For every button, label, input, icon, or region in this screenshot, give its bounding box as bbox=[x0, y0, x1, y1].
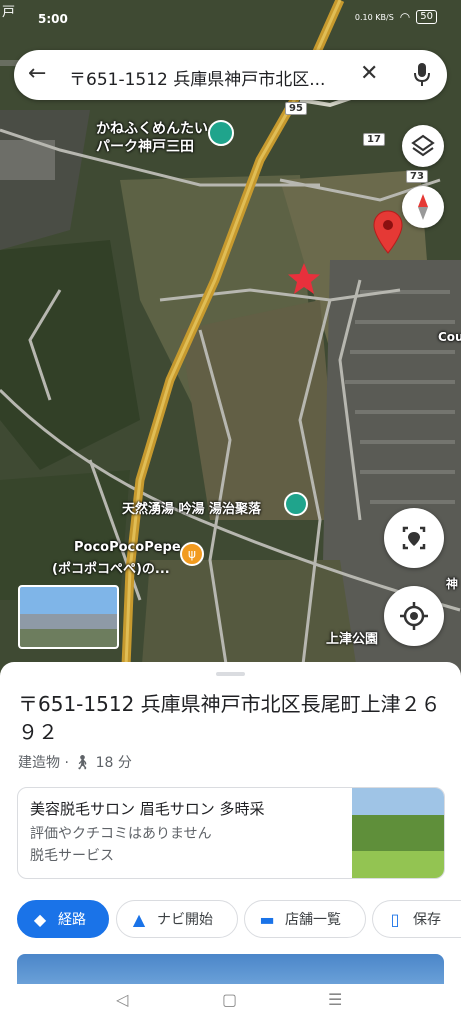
park-poi-icon[interactable] bbox=[208, 120, 234, 146]
location-pin-icon[interactable] bbox=[373, 210, 403, 254]
route-shield-95: 95 bbox=[285, 102, 307, 115]
system-nav-bar: ◁ ▢ ☰ bbox=[0, 984, 461, 1024]
status-corner-text: 戸 bbox=[2, 5, 16, 20]
navigation-arrow-icon: ▲ bbox=[132, 909, 146, 929]
clear-icon[interactable]: ✕ bbox=[360, 61, 378, 86]
nearby-place-title: 美容脱毛サロン 眉毛サロン 多時采 bbox=[30, 800, 265, 818]
onsen-poi-icon[interactable] bbox=[284, 492, 308, 516]
nearby-place-service: 脱毛サービス bbox=[30, 848, 114, 864]
photo-strip[interactable] bbox=[17, 954, 444, 984]
nearby-place-reviews: 評価やクチコミはありません bbox=[30, 826, 212, 842]
store-icon: ▬ bbox=[259, 909, 275, 929]
mic-icon[interactable] bbox=[412, 62, 432, 88]
layers-button[interactable] bbox=[402, 125, 444, 167]
compass-icon bbox=[418, 194, 428, 220]
sheet-handle[interactable] bbox=[216, 672, 245, 676]
lens-icon bbox=[402, 526, 426, 550]
start-navigation-button[interactable]: ▲ ナビ開始 bbox=[116, 900, 238, 938]
place-address: 〒651-1512 兵庫県神戸市北区長尾町上津２６９２ bbox=[18, 692, 441, 744]
compass-button[interactable] bbox=[402, 186, 444, 228]
lens-button[interactable] bbox=[384, 508, 444, 568]
bookmark-icon: ▯ bbox=[390, 909, 400, 929]
save-label: 保存 bbox=[413, 912, 441, 928]
status-speed: 0.10 KB/S bbox=[354, 12, 394, 22]
back-nav-icon[interactable]: ◁ bbox=[116, 990, 128, 1009]
directions-icon: ◆ bbox=[33, 909, 47, 929]
place-sheet: 〒651-1512 兵庫県神戸市北区長尾町上津２６９２ 建造物 · 🚶︎ 18 … bbox=[0, 662, 461, 1024]
route-shield-73: 73 bbox=[406, 170, 428, 183]
street-view-thumbnail[interactable] bbox=[18, 585, 119, 649]
store-list-button[interactable]: ▬ 店舗一覧 bbox=[244, 900, 366, 938]
my-location-button[interactable] bbox=[384, 586, 444, 646]
map-label-edge-kami: 神 bbox=[446, 577, 459, 591]
map-label-cafe[interactable]: PocoPocoPepe bbox=[74, 540, 181, 555]
saved-star-icon[interactable] bbox=[286, 262, 322, 296]
layers-icon bbox=[411, 134, 435, 157]
map-label-cafe-kana[interactable]: (ポコポコペペ)の... bbox=[52, 558, 170, 577]
directions-label: 経路 bbox=[58, 912, 86, 928]
wifi-icon: ◠ bbox=[399, 10, 411, 24]
walk-icon: 🚶︎ bbox=[73, 755, 92, 771]
map-label-onsen[interactable]: 天然湧湯 吟湯 湯治聚落 bbox=[122, 498, 261, 517]
nearby-place-photo[interactable] bbox=[352, 788, 444, 878]
save-button[interactable]: ▯ 保存 bbox=[372, 900, 461, 938]
home-nav-icon[interactable]: ▢ bbox=[222, 990, 237, 1009]
crosshair-icon bbox=[400, 602, 428, 630]
recents-nav-icon[interactable]: ☰ bbox=[328, 990, 342, 1009]
route-shield-17: 17 bbox=[363, 133, 385, 146]
map-label-park2[interactable]: 上津公園 bbox=[326, 628, 378, 647]
start-navigation-label: ナビ開始 bbox=[157, 912, 213, 928]
place-category: 建造物 bbox=[18, 755, 60, 771]
place-subtitle: 建造物 · 🚶︎ 18 分 bbox=[18, 752, 132, 772]
status-time: 5:00 bbox=[38, 12, 68, 26]
store-list-label: 店舗一覧 bbox=[285, 912, 341, 928]
search-bar[interactable]: ← 〒651-1512 兵庫県神戸市北区... ✕ bbox=[14, 50, 447, 100]
map-label-edge-cou: Cou bbox=[438, 330, 461, 344]
map-view[interactable]: 戸 5:00 0.10 KB/S ◠ 50 ← 〒651-1512 兵庫県神戸市… bbox=[0, 0, 461, 690]
restaurant-poi-icon[interactable]: ψ bbox=[180, 542, 204, 566]
map-label-park[interactable]: かねふくめんたい パーク神戸三田 bbox=[96, 120, 226, 156]
walk-time: 18 分 bbox=[95, 755, 132, 771]
directions-button[interactable]: ◆ 経路 bbox=[17, 900, 109, 938]
battery-icon: 50 bbox=[416, 10, 437, 24]
back-arrow-icon[interactable]: ← bbox=[28, 62, 46, 86]
nearby-place-card[interactable]: 美容脱毛サロン 眉毛サロン 多時采 評価やクチコミはありません 脱毛サービス bbox=[17, 787, 445, 879]
search-query[interactable]: 〒651-1512 兵庫県神戸市北区... bbox=[69, 65, 325, 90]
